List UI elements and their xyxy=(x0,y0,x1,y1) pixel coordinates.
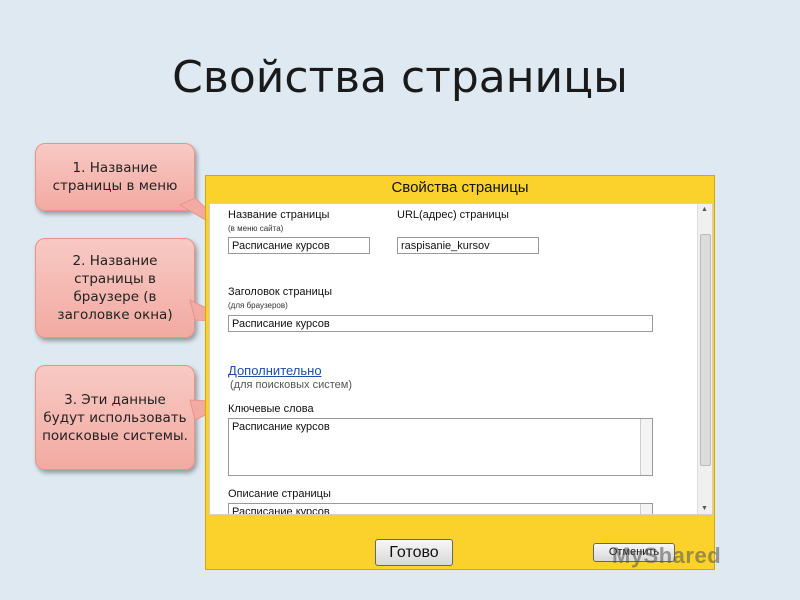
header-input[interactable]: Расписание курсов xyxy=(228,315,653,332)
done-button[interactable]: Готово xyxy=(375,539,453,566)
keywords-label: Ключевые слова xyxy=(228,403,314,415)
description-label: Описание страницы xyxy=(228,488,331,500)
keywords-value: Расписание курсов xyxy=(232,421,330,433)
page-name-label: Название страницы xyxy=(228,209,330,221)
panel-scrollbar[interactable]: ▲ ▼ xyxy=(697,204,712,514)
header-label: Заголовок страницы xyxy=(228,286,332,298)
callout-browser-title: 2. Название страницы в браузере (в загол… xyxy=(35,238,195,338)
keywords-scrollbar[interactable] xyxy=(640,419,652,475)
advanced-hint: (для поисковых систем) xyxy=(230,379,352,391)
keywords-textarea[interactable]: Расписание курсов xyxy=(228,418,653,476)
scroll-thumb[interactable] xyxy=(700,234,711,466)
callout-search-engines: 3. Эти данные будут использовать поисков… xyxy=(35,365,195,470)
watermark-logo: MyShared xyxy=(612,543,722,568)
description-textarea[interactable]: Расписание курсов xyxy=(228,503,653,515)
properties-panel: Название страницы (в меню сайта) Расписа… xyxy=(209,203,713,515)
description-scrollbar[interactable] xyxy=(640,504,652,514)
description-value: Расписание курсов xyxy=(232,506,330,515)
callout-text: 1. Название страницы в меню xyxy=(52,160,178,194)
scroll-up-arrow-icon[interactable]: ▲ xyxy=(701,206,708,213)
slide-title: Свойства страницы xyxy=(172,52,628,103)
callout-page-name: 1. Название страницы в меню xyxy=(35,143,195,211)
url-label: URL(адрес) страницы xyxy=(397,209,509,221)
url-input[interactable]: raspisanie_kursov xyxy=(397,237,539,254)
page-name-sublabel: (в меню сайта) xyxy=(228,224,284,233)
callout-text: 3. Эти данные будут использовать поисков… xyxy=(42,391,188,444)
advanced-link[interactable]: Дополнительно xyxy=(228,363,322,378)
page-name-input[interactable]: Расписание курсов xyxy=(228,237,370,254)
page-properties-dialog: Свойства страницы Название страницы (в м… xyxy=(205,175,715,570)
header-sublabel: (для браузеров) xyxy=(228,301,288,310)
scroll-down-arrow-icon[interactable]: ▼ xyxy=(701,505,708,512)
dialog-title: Свойства страницы xyxy=(391,179,529,196)
callout-text: 2. Название страницы в браузере (в загол… xyxy=(57,253,173,323)
